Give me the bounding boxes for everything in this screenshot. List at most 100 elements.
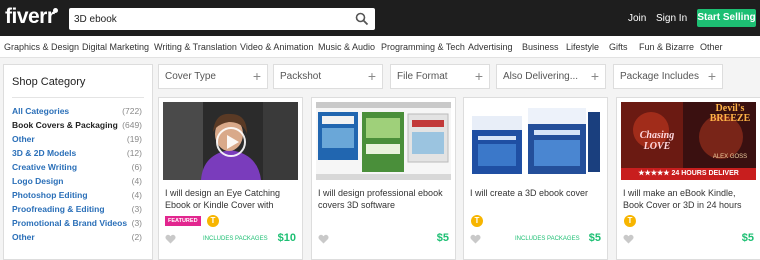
- gig-thumbnail[interactable]: [468, 102, 603, 180]
- gig-title[interactable]: I will create a 3D ebook cover: [470, 187, 602, 199]
- category-programming-tech[interactable]: Programming & Tech: [381, 42, 465, 52]
- plus-icon: +: [252, 68, 261, 84]
- plus-icon: +: [367, 68, 376, 84]
- sidebar-item-count: (4): [131, 190, 142, 200]
- sidebar-item-count: (12): [126, 148, 142, 158]
- filter-also-delivering[interactable]: Also Delivering... +: [496, 64, 606, 89]
- gig-card[interactable]: I will create a 3D ebook cover T INCLUDE…: [463, 97, 608, 260]
- filter-cover-type[interactable]: Cover Type +: [158, 64, 268, 89]
- category-graphics-design[interactable]: Graphics & Design: [4, 42, 79, 52]
- sidebar-item-label: Book Covers & Packaging: [12, 120, 118, 130]
- sidebar-item-label: Creative Writing: [12, 162, 78, 172]
- plus-icon: +: [590, 68, 599, 84]
- sidebar-title: Shop Category: [12, 76, 86, 88]
- top-bar: fiverr Join Sign In Start Selling: [0, 0, 760, 36]
- sidebar-item-count: (4): [131, 176, 142, 186]
- filter-file-format[interactable]: File Format +: [390, 64, 490, 89]
- heart-icon[interactable]: [318, 234, 329, 244]
- sidebar-item-label: 3D & 2D Models: [12, 148, 77, 158]
- sidebar-item-promotional-videos[interactable]: Promotional & Brand Videos (3): [12, 218, 142, 231]
- includes-packages-label: INCLUDES PACKAGES: [515, 236, 580, 242]
- includes-packages-label: INCLUDES PACKAGES: [203, 236, 268, 242]
- top-rated-badge-icon: T: [624, 215, 636, 227]
- category-gifts[interactable]: Gifts: [609, 42, 628, 52]
- sidebar-item-count: (722): [122, 106, 142, 116]
- gig-card[interactable]: I will design an Eye Catching Ebook or K…: [158, 97, 303, 260]
- start-selling-button[interactable]: Start Selling: [697, 9, 756, 27]
- sidebar-item-3d-2d-models[interactable]: 3D & 2D Models (12): [12, 148, 142, 161]
- filter-label: Package Includes: [620, 71, 699, 82]
- fiverr-logo[interactable]: fiverr: [5, 5, 55, 29]
- category-music-audio[interactable]: Music & Audio: [318, 42, 375, 52]
- filter-label: Also Delivering...: [503, 71, 579, 82]
- category-fun-bizarre[interactable]: Fun & Bizarre: [639, 42, 694, 52]
- sidebar-item-proofreading[interactable]: Proofreading & Editing (3): [12, 204, 142, 217]
- sidebar-item-photoshop-editing[interactable]: Photoshop Editing (4): [12, 190, 142, 203]
- sidebar-item-label: Other: [12, 232, 35, 242]
- sidebar-item-other[interactable]: Other (19): [12, 134, 142, 147]
- category-digital-marketing[interactable]: Digital Marketing: [82, 42, 149, 52]
- join-link[interactable]: Join: [628, 13, 646, 24]
- sidebar-item-count: (3): [131, 218, 142, 228]
- sidebar-item-count: (2): [131, 232, 142, 242]
- shop-category-sidebar: Shop Category All Categories (722) Book …: [3, 64, 153, 260]
- filter-packshot[interactable]: Packshot +: [273, 64, 383, 89]
- search-input[interactable]: [74, 11, 344, 27]
- sidebar-item-other-2[interactable]: Other (2): [12, 232, 142, 245]
- gig-video-thumbnail[interactable]: [163, 102, 298, 180]
- gig-title[interactable]: I will design an Eye Catching Ebook or K…: [165, 187, 297, 211]
- logo-dot: [53, 8, 58, 13]
- plus-icon: +: [707, 68, 716, 84]
- sidebar-item-logo-design[interactable]: Logo Design (4): [12, 176, 142, 189]
- heart-icon[interactable]: [165, 234, 176, 244]
- category-video-animation[interactable]: Video & Animation: [240, 42, 313, 52]
- sidebar-item-label: Logo Design: [12, 176, 64, 186]
- category-lifestyle[interactable]: Lifestyle: [566, 42, 599, 52]
- category-advertising[interactable]: Advertising: [468, 42, 513, 52]
- sidebar-item-count: (6): [131, 162, 142, 172]
- sidebar-item-label: Photoshop Editing: [12, 190, 88, 200]
- play-icon[interactable]: [215, 126, 247, 158]
- plus-icon: +: [474, 68, 483, 84]
- sidebar-item-all-categories[interactable]: All Categories (722): [12, 106, 142, 119]
- gig-price[interactable]: $5: [437, 232, 449, 244]
- gig-price[interactable]: $5: [589, 232, 601, 244]
- sidebar-item-label: Promotional & Brand Videos: [12, 218, 128, 228]
- sidebar-divider: [12, 97, 144, 98]
- gig-card[interactable]: Devil's BREEZE Chasing LOVE ALEX GOSS ★★…: [616, 97, 760, 260]
- gig-card[interactable]: I will design professional ebook covers …: [311, 97, 456, 260]
- gig-thumbnail[interactable]: [316, 102, 451, 180]
- filter-label: File Format: [397, 71, 448, 82]
- sign-in-link[interactable]: Sign In: [656, 13, 687, 24]
- category-writing-translation[interactable]: Writing & Translation: [154, 42, 237, 52]
- category-business[interactable]: Business: [522, 42, 559, 52]
- sidebar-item-book-covers[interactable]: Book Covers & Packaging (649): [12, 120, 142, 133]
- gig-price[interactable]: $5: [742, 232, 754, 244]
- heart-icon[interactable]: [623, 234, 634, 244]
- sidebar-item-label: Other: [12, 134, 35, 144]
- top-rated-badge-icon: T: [471, 215, 483, 227]
- category-nav: Graphics & Design Digital Marketing Writ…: [0, 36, 760, 58]
- sidebar-item-label: Proofreading & Editing: [12, 204, 105, 214]
- category-other[interactable]: Other: [700, 42, 723, 52]
- gig-title[interactable]: I will design professional ebook covers …: [318, 187, 450, 211]
- sidebar-item-count: (649): [122, 120, 142, 130]
- search-box: [69, 8, 375, 30]
- sidebar-item-creative-writing[interactable]: Creative Writing (6): [12, 162, 142, 175]
- book-cover-subtitle: Chasing LOVE: [639, 130, 675, 152]
- filter-label: Cover Type: [165, 71, 216, 82]
- book-cover-author: ALEX GOSS: [712, 154, 748, 160]
- sidebar-item-count: (19): [126, 134, 142, 144]
- gig-title[interactable]: I will make an eBook Kindle, Book Cover …: [623, 187, 755, 211]
- filter-label: Packshot: [280, 71, 322, 82]
- filter-package-includes[interactable]: Package Includes +: [613, 64, 723, 89]
- search-icon[interactable]: [355, 12, 369, 26]
- gig-price[interactable]: $10: [278, 232, 296, 244]
- book-cover-title: Devil's BREEZE: [709, 103, 751, 124]
- featured-badge: FEATURED: [165, 216, 201, 226]
- sidebar-item-label: All Categories: [12, 106, 70, 116]
- gig-thumbnail[interactable]: Devil's BREEZE Chasing LOVE ALEX GOSS ★★…: [621, 102, 756, 180]
- top-rated-badge-icon: T: [207, 215, 219, 227]
- delivery-banner: ★★★★★ 24 HOURS DELIVER: [638, 170, 739, 177]
- heart-icon[interactable]: [470, 234, 481, 244]
